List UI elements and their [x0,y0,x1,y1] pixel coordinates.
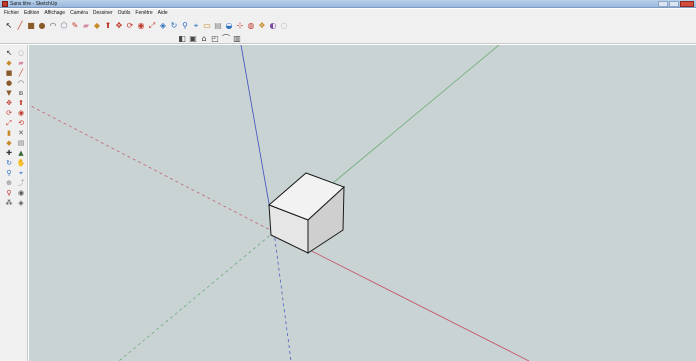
drawing-viewport[interactable] [29,45,696,361]
follow-me-icon-left[interactable]: ◉ [16,108,26,118]
cube-model[interactable] [268,172,345,254]
orbit-icon[interactable]: ↻ [4,158,14,168]
menu-dessiner[interactable]: Dessiner [93,9,113,17]
tape-measure-icon[interactable]: ▭ [202,21,212,31]
polygon-icon[interactable]: ▼ [4,88,14,98]
menu-aide[interactable]: Aide [158,9,168,17]
sketchup-logo-icon [2,1,8,7]
3d-text-icon-left[interactable]: ▲ [16,148,26,158]
maximize-button[interactable] [669,1,679,7]
previous-view-icon[interactable]: ⤴ [16,178,26,188]
circle-tool-icon[interactable]: ● [37,21,47,31]
view-top-icon[interactable]: ▣ [188,34,198,44]
orbit-tool-icon[interactable]: ↻ [169,21,179,31]
section-plane-icon[interactable]: ◈ [16,198,26,208]
menu-affichage[interactable]: Affichage [44,9,65,17]
paint-bucket-icon[interactable]: ◆ [92,21,102,31]
rotate-icon[interactable]: ⟳ [4,108,14,118]
menu-fenetre[interactable]: Fenêtre [135,9,152,17]
dimension-icon[interactable]: ✕ [16,128,26,138]
rectangle-tool-icon[interactable]: ■ [26,21,36,31]
select-tool-icon[interactable]: ↖ [4,21,14,31]
eraser-tool-icon[interactable]: ▰ [81,21,91,31]
move-tool-icon[interactable]: ✥ [114,21,124,31]
pan-icon[interactable]: ✋ [16,158,26,168]
zoom-extents-icon[interactable]: ⌖ [191,21,201,31]
text-tool-icon[interactable]: ◍ [246,21,256,31]
push-pull-icon-left[interactable]: ⬆ [16,98,26,108]
eraser-icon[interactable]: ▰ [16,58,26,68]
scene-canvas[interactable] [29,45,696,361]
rotate-tool-icon[interactable]: ⟳ [125,21,135,31]
main-toolbar: ↖ ╱ ■ ● ◠ ⬠ ✎ ▰ ◆ ⬆ ✥ ⟳ ◉ ⤢ ◈ ↻ ⚲ ⌖ ▭ ▤ ◒ ⊹ ◍ ❖ ◐ ◌ [0,17,696,34]
walk-icon[interactable]: ⁂ [4,198,14,208]
look-around-icon[interactable]: ◉ [16,188,26,198]
zoom-tool-icon[interactable]: ⚲ [180,21,190,31]
menu-bar: Fichier Edition Affichage Caméra Dessiner Out… [0,9,696,17]
extension-warehouse-icon[interactable]: ◌ [279,21,289,31]
window-controls [658,1,694,7]
axes-icon[interactable]: ✚ [4,148,14,158]
views-toolbar: ◧ ▣ ⌂ ◰ ⌒ ▥ [0,33,696,44]
minimize-button[interactable] [658,1,668,7]
blue-axis [240,45,275,233]
title-bar: Sans titre - SketchUp [0,0,696,8]
view-front-icon[interactable]: ⌂ [199,34,209,44]
large-tool-set-toolbar: ↖ ◌ ◆ ▰ ■ ╱ ● ◠ ▼ ຣ ✥ ⬆ ⟳ ◉ ⤢ ⟲ ▮ ✕ ◆ ▤ ✚ ▲ ↻ ✋ ⚲ ⌖ ⊕ ⤴ ♀ ◉ ⁂ ◈ [0,45,28,361]
menu-fichier[interactable]: Fichier [4,9,19,17]
sketchup-window: Sans titre - SketchUp Fichier Edition Affi… [0,0,696,361]
select-icon[interactable]: ↖ [4,48,14,58]
protractor-icon[interactable]: ◒ [224,21,234,31]
offset-icon[interactable]: ⟲ [16,118,26,128]
paint-icon[interactable]: ◆ [4,58,14,68]
dimension-tool-icon[interactable]: ▤ [213,21,223,31]
move-icon[interactable]: ✥ [4,98,14,108]
window-title: Sans titre - SketchUp [10,1,58,7]
zoom-icon[interactable]: ⚲ [4,168,14,178]
zoom-extents-icon-left[interactable]: ⊕ [4,178,14,188]
scale-icon[interactable]: ⤢ [4,118,14,128]
components-icon[interactable]: ◐ [268,21,278,31]
view-left-icon[interactable]: ▥ [232,34,242,44]
arc-tool-icon[interactable]: ◠ [48,21,58,31]
tape-measure-icon-left[interactable]: ▮ [4,128,14,138]
line-icon[interactable]: ╱ [16,68,26,78]
views-toolbar-group: ◧ ▣ ⌂ ◰ ⌒ ▥ [177,34,242,44]
blue-axis-dashed [273,231,292,361]
offset-tool-icon[interactable]: ◈ [158,21,168,31]
3d-text-icon[interactable]: ❖ [257,21,267,31]
menu-edition[interactable]: Edition [24,9,39,17]
scale-tool-icon[interactable]: ⤢ [147,21,157,31]
menu-camera[interactable]: Caméra [70,9,88,17]
circle-icon[interactable]: ● [4,78,14,88]
push-pull-icon[interactable]: ⬆ [103,21,113,31]
polygon-tool-icon[interactable]: ⬠ [59,21,69,31]
red-axis [273,231,530,361]
zoom-window-icon[interactable]: ⌖ [16,168,26,178]
position-camera-icon[interactable]: ♀ [4,188,14,198]
arc-icon[interactable]: ◠ [16,78,26,88]
axes-tool-icon[interactable]: ⊹ [235,21,245,31]
rectangle-icon[interactable]: ■ [4,68,14,78]
follow-me-icon[interactable]: ◉ [136,21,146,31]
protractor-icon-left[interactable]: ◆ [4,138,14,148]
line-tool-icon[interactable]: ╱ [15,21,25,31]
freehand-icon[interactable]: ຣ [16,88,26,98]
red-axis-dashed [29,104,275,233]
view-back-icon[interactable]: ⌒ [221,34,231,44]
menu-outils[interactable]: Outils [118,9,131,17]
make-component-icon[interactable]: ◌ [16,48,26,58]
view-iso-icon[interactable]: ◧ [177,34,187,44]
green-axis-dashed [118,231,275,361]
close-button[interactable] [680,1,694,7]
freehand-tool-icon[interactable]: ✎ [70,21,80,31]
view-right-icon[interactable]: ◰ [210,34,220,44]
text-icon[interactable]: ▤ [16,138,26,148]
